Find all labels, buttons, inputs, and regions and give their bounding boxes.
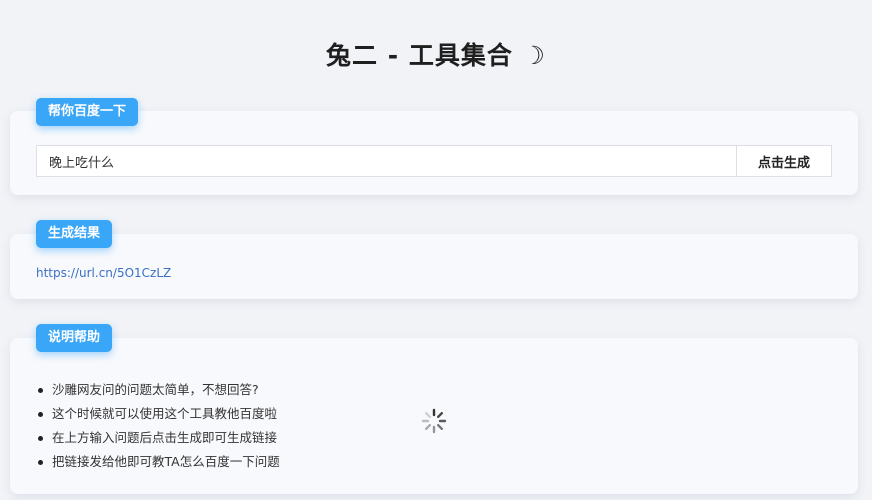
question-input[interactable] (37, 146, 736, 176)
help-item: 这个时候就可以使用这个工具教他百度啦 (36, 402, 280, 426)
crescent-moon-icon: ☽ (522, 41, 546, 70)
result-card: https://url.cn/5O1CzLZ (10, 234, 858, 299)
title-text: 兔二 - 工具集合 (326, 41, 513, 70)
help-item: 沙雕网友问的问题太简单，不想回答? (36, 378, 280, 402)
help-list: 沙雕网友问的问题太简单，不想回答? 这个时候就可以使用这个工具教他百度啦 在上方… (36, 378, 280, 474)
result-card-tag: 生成结果 (36, 220, 113, 248)
help-card-tag: 说明帮助 (36, 324, 113, 352)
search-card-tag: 帮你百度一下 (36, 98, 139, 126)
search-input-group: 点击生成 (36, 145, 832, 177)
page: 兔二 - 工具集合 ☽ 帮你百度一下 点击生成 生成结果 https://url… (0, 0, 872, 500)
help-item: 在上方输入问题后点击生成即可生成链接 (36, 426, 280, 450)
spinner-icon (421, 408, 447, 434)
result-link[interactable]: https://url.cn/5O1CzLZ (36, 266, 171, 280)
page-title: 兔二 - 工具集合 ☽ (0, 36, 872, 72)
help-item: 把链接发给他即可教TA怎么百度一下问题 (36, 450, 280, 474)
generate-button[interactable]: 点击生成 (736, 146, 831, 176)
